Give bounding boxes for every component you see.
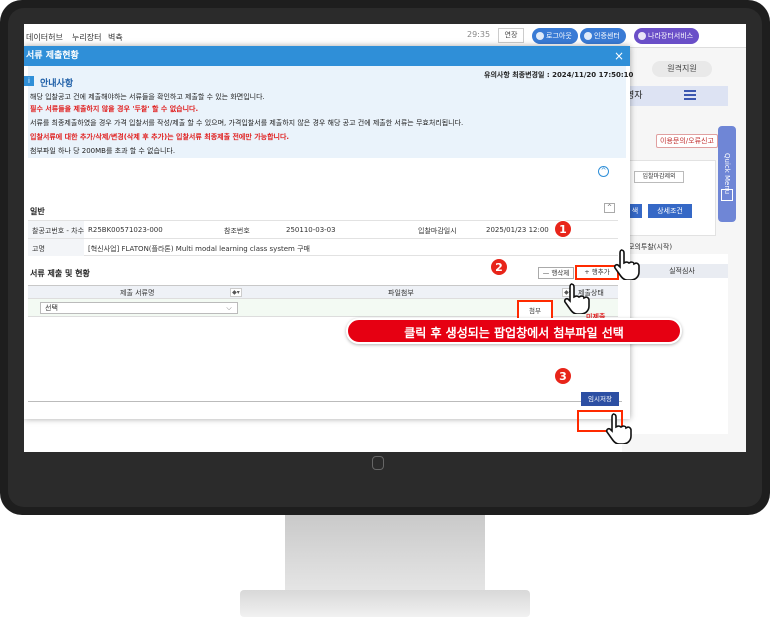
notice-line: 서류를 최종제출하였을 경우 가격 입찰서를 작성/제출 할 수 있으며, 가격…	[30, 119, 464, 127]
pointer-hand-icon	[605, 413, 632, 444]
screen: 데이터허브 누리장터 벽츅 29:35 연장 로그아웃 인증센터 나라장터서비스…	[24, 24, 746, 452]
info-icon: i	[24, 76, 34, 86]
docs-section-title: 서류 제출 및 현황	[30, 269, 90, 278]
service-icon	[638, 32, 646, 40]
notice-line: 해당 입찰공고 건에 제출해야하는 서류들을 확인하고 제출할 수 있는 화면입…	[30, 93, 265, 101]
logout-button[interactable]: 로그아웃	[532, 28, 578, 44]
review-column-header: 실적심사	[636, 264, 728, 278]
bid-no-value: R25BK00571023-000	[88, 226, 163, 234]
document-status-modal: 서류 제출현황 × i 안내사항 유의사항 최종변경일 : 2024/11/20…	[24, 46, 634, 432]
col-doc-name: 제출 서류명	[120, 289, 155, 297]
collapse-general-icon[interactable]: ^	[604, 203, 615, 213]
pointer-hand-icon	[613, 249, 640, 280]
ref-no-value: 250110-03-03	[286, 226, 336, 234]
notice-updated: 유의사항 최종변경일 : 2024/11/20 17:50:10	[484, 71, 634, 79]
cert-icon	[584, 32, 592, 40]
nav-item-third[interactable]: 벽츅	[108, 32, 123, 43]
remote-support-button[interactable]: 원격지원	[652, 61, 712, 77]
close-icon[interactable]: ×	[614, 49, 624, 63]
collapse-notice-icon[interactable]: ^	[598, 166, 609, 177]
top-bar: 데이터허브 누리장터 벽츅 29:35 연장 로그아웃 인증센터 나라장터서비스	[24, 24, 746, 48]
nav-item-datahub[interactable]: 데이터허브	[26, 32, 63, 43]
sort-icon[interactable]: ◆▾	[230, 288, 242, 297]
temp-save-button[interactable]: 임시저장	[581, 392, 619, 406]
notice-title: 안내사항	[40, 79, 74, 89]
search-button[interactable]: 색	[628, 204, 642, 218]
extend-session-button[interactable]: 연장	[498, 28, 524, 43]
quick-menu-tab[interactable]: Quick Menu	[718, 126, 736, 222]
notice-line: 필수 서류들을 제출하지 않을 경우 '두찰' 할 수 없습니다.	[30, 105, 199, 113]
cert-center-button[interactable]: 인증센터	[580, 28, 626, 44]
bid-name-value: [혁신사업] FLATON(플라톤) Multi modal learning …	[88, 245, 310, 253]
monitor-stand-neck	[285, 515, 485, 593]
monitor-stand-base	[240, 590, 530, 617]
notice-line: 첨부파일 하나 당 200MB를 초과 할 수 없습니다.	[30, 147, 176, 155]
deadline-exclude-checkbox[interactable]: 입찰마감제외	[634, 171, 684, 183]
modal-title: 서류 제출현황	[24, 46, 630, 66]
step-marker: 2	[490, 258, 508, 276]
col-file-attach: 파일첨부	[388, 289, 414, 297]
quick-menu-toggle-icon[interactable]	[721, 189, 733, 201]
instruction-banner: 클릭 후 생성되는 팝업창에서 첨부파일 선택	[346, 318, 682, 344]
general-section-title: 일반	[30, 207, 45, 216]
user-tab: 영자	[622, 86, 728, 106]
bid-name-label: 고명	[32, 245, 45, 253]
delete-row-button[interactable]: — 행삭제	[538, 267, 574, 279]
hamburger-menu-icon[interactable]	[684, 90, 696, 100]
deadline-value: 2025/01/23 12:00	[486, 226, 549, 234]
footer-divider	[28, 401, 622, 402]
service-button[interactable]: 나라장터서비스	[634, 28, 700, 44]
background-table	[622, 254, 728, 434]
bid-no-label: 찰공고번호 - 차수	[32, 227, 85, 235]
step-marker: 1	[554, 220, 572, 238]
power-icon	[536, 32, 544, 40]
ref-no-label: 참조번호	[224, 227, 250, 235]
chevron-down-icon[interactable]: ⌵	[222, 302, 236, 314]
step-marker: 3	[554, 367, 572, 385]
nav-item-nuri[interactable]: 누리장터	[72, 32, 101, 43]
docs-table-header	[28, 285, 618, 299]
session-timer: 29:35	[467, 30, 491, 39]
notice-line: 입찰서류에 대한 추가/삭제/변경(삭제 후 추가)는 입찰서류 최종제출 전에…	[30, 133, 290, 141]
deadline-label: 입찰마감일시	[418, 227, 457, 235]
error-report-button[interactable]: 이용문의/오류신고	[656, 134, 718, 148]
pointer-hand-icon	[563, 283, 590, 314]
doc-select[interactable]: 선택	[40, 302, 238, 314]
monitor-logo-icon	[372, 456, 384, 470]
detail-condition-button[interactable]: 상세조건	[648, 204, 692, 218]
